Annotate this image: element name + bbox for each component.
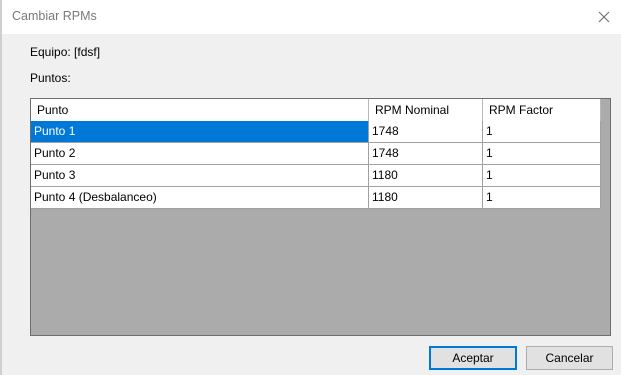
close-button[interactable]: [591, 4, 617, 30]
cell-rpm-nominal[interactable]: 1748: [369, 143, 483, 165]
table-row[interactable]: Punto 1 1748 1: [31, 121, 601, 143]
cell-punto[interactable]: Punto 4 (Desbalanceo): [31, 187, 369, 209]
cell-punto[interactable]: Punto 3: [31, 165, 369, 187]
table-row[interactable]: Punto 2 1748 1: [31, 143, 601, 165]
table-row[interactable]: Punto 4 (Desbalanceo) 1180 1: [31, 187, 601, 209]
column-header-punto[interactable]: Punto: [31, 99, 369, 121]
cell-punto[interactable]: Punto 2: [31, 143, 369, 165]
window-title: Cambiar RPMs: [12, 9, 97, 23]
cell-rpm-factor[interactable]: 1: [483, 187, 601, 209]
cell-rpm-nominal[interactable]: 1748: [369, 121, 483, 143]
grid-header: Punto RPM Nominal RPM Factor: [31, 99, 601, 122]
cell-rpm-factor[interactable]: 1: [483, 165, 601, 187]
column-header-rpm-nominal[interactable]: RPM Nominal: [369, 99, 483, 121]
points-grid[interactable]: Punto RPM Nominal RPM Factor Punto 1 174…: [30, 98, 611, 336]
column-header-rpm-factor[interactable]: RPM Factor: [483, 99, 601, 121]
close-icon: [598, 11, 610, 23]
puntos-label: Puntos:: [30, 71, 71, 85]
table-row[interactable]: Punto 3 1180 1: [31, 165, 601, 187]
accept-button[interactable]: Aceptar: [429, 346, 517, 370]
cell-punto[interactable]: Punto 1: [31, 121, 369, 143]
cancel-button[interactable]: Cancelar: [526, 346, 613, 370]
cell-rpm-factor[interactable]: 1: [483, 143, 601, 165]
title-bar: Cambiar RPMs: [2, 0, 621, 34]
cell-rpm-nominal[interactable]: 1180: [369, 165, 483, 187]
change-rpms-dialog: Cambiar RPMs Equipo: [fdsf] Puntos: Punt…: [2, 0, 621, 375]
cell-rpm-nominal[interactable]: 1180: [369, 187, 483, 209]
equipo-label: Equipo: [fdsf]: [30, 45, 101, 59]
cell-rpm-factor[interactable]: 1: [483, 121, 601, 143]
